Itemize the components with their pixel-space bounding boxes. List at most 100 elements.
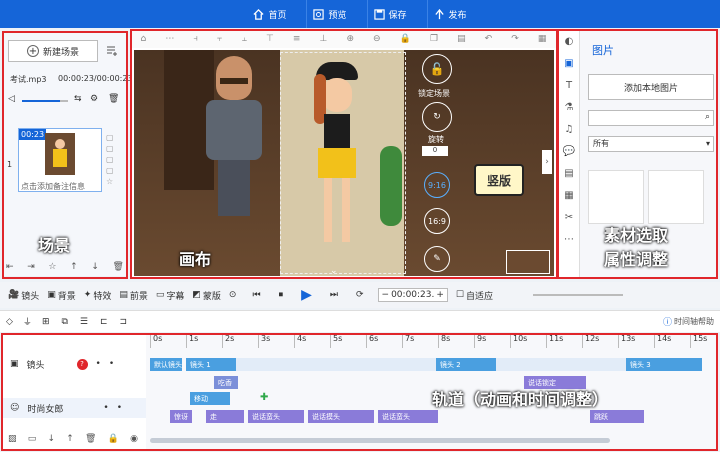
tab-image-icon[interactable]: ▣ xyxy=(558,52,580,74)
copy-frame-icon[interactable]: ⧉ xyxy=(61,317,67,327)
asset-thumb-2[interactable] xyxy=(648,170,704,224)
move-down-track-icon[interactable]: ↓ xyxy=(47,434,55,444)
scene-thumbnail[interactable]: 00:23 点击添加备注信息 xyxy=(18,128,102,192)
home-button[interactable]: 首页 xyxy=(247,0,292,28)
asset-search-input[interactable]: ⌕ xyxy=(588,110,714,126)
clip-shot-3[interactable]: 镜头 3 xyxy=(626,358,702,371)
new-scene-button[interactable]: + 新建场景 xyxy=(8,40,98,62)
align-top-icon[interactable]: ⊤ xyxy=(266,34,274,44)
zoom-slider[interactable] xyxy=(533,294,624,296)
mini-preview[interactable] xyxy=(506,250,550,274)
tab-bubble-icon[interactable]: 💬 xyxy=(558,140,580,162)
trash-icon[interactable]: 🗑 xyxy=(113,262,124,272)
clip-shot-1[interactable]: 镜头 1 xyxy=(186,358,236,371)
add-local-image-button[interactable]: 添加本地图片 xyxy=(588,74,714,100)
more-controls-button[interactable]: ⊙ xyxy=(229,290,237,300)
align-center-icon[interactable]: ⫟ xyxy=(217,34,222,44)
align-bottom-icon[interactable]: ⊥ xyxy=(320,34,328,44)
star-icon[interactable]: ☆ xyxy=(48,262,56,272)
tab-tools-icon[interactable]: ✂ xyxy=(558,206,580,228)
rotate-value[interactable]: 0 xyxy=(422,146,448,156)
folder-icon[interactable]: ▭ xyxy=(28,434,37,444)
visibility-dot-2[interactable]: • xyxy=(103,403,108,413)
delete-icon[interactable]: 🗑 xyxy=(108,94,119,104)
ratio-16-9-button[interactable]: 16:9 xyxy=(424,208,450,234)
align-frames-icon[interactable]: ☰ xyxy=(80,317,88,327)
clip-jump[interactable]: 跳跃 xyxy=(590,410,644,423)
effects-button[interactable]: ✦ 特效 xyxy=(84,289,112,302)
loop-button[interactable]: ⟳ xyxy=(356,290,364,300)
settings-tool-icon[interactable]: ▦ xyxy=(538,34,547,44)
lock-scene-button[interactable]: 🔓 xyxy=(422,54,452,84)
clip-speak-b[interactable]: 说话摸头 xyxy=(308,410,374,423)
tab-chart-icon[interactable]: ▦ xyxy=(558,184,580,206)
align-start-icon[interactable]: ⊏ xyxy=(100,317,108,327)
publish-button[interactable]: 发布 xyxy=(426,0,473,28)
edit-button[interactable]: ✎ xyxy=(424,246,450,272)
tab-shapes-icon[interactable]: ◐ xyxy=(558,30,580,52)
clip-speak-a[interactable]: 说话蛮头 xyxy=(248,410,304,423)
prev-frame-button[interactable]: ⏮ xyxy=(252,290,260,300)
move-down-icon[interactable]: ↓ xyxy=(91,262,99,272)
home-tool-icon[interactable]: ⌂ xyxy=(141,34,147,44)
split-icon[interactable]: ⊞ xyxy=(42,317,50,327)
man-character[interactable] xyxy=(198,56,270,216)
align-left-icon[interactable]: ⫞ xyxy=(193,34,198,44)
help-badge-icon[interactable]: ? xyxy=(76,358,88,370)
move-up-icon[interactable]: ↑ xyxy=(70,262,78,272)
align-end-icon[interactable]: ⊐ xyxy=(120,317,128,327)
clip-speak-c[interactable]: 说话蛮头 xyxy=(378,410,438,423)
foreground-button[interactable]: ▤ 前景 xyxy=(119,289,148,302)
clip-shot-2[interactable]: 镜头 2 xyxy=(436,358,496,371)
tab-prop-icon[interactable]: ⚗ xyxy=(558,96,580,118)
tab-music-icon[interactable]: ♫ xyxy=(558,118,580,140)
delete-track-icon[interactable]: 🗑 xyxy=(85,434,96,444)
asset-filter-select[interactable]: 所有 ▾ xyxy=(588,136,714,152)
shot-button[interactable]: 🎥 镜头 xyxy=(8,289,39,302)
save-button[interactable]: 保存 xyxy=(366,0,413,28)
time-field[interactable]: − 00:00:23. + xyxy=(377,288,448,302)
volume-slider[interactable] xyxy=(22,100,60,102)
export-icon[interactable]: ⇥ xyxy=(27,262,35,272)
scene-note[interactable]: 点击添加备注信息 xyxy=(21,181,85,192)
tab-text-icon[interactable]: T xyxy=(558,74,580,96)
collapse-arrow-icon[interactable]: ⌄ xyxy=(330,266,338,276)
undo-icon[interactable]: ↶ xyxy=(485,34,493,44)
redo-icon[interactable]: ↷ xyxy=(511,34,519,44)
align-middle-icon[interactable]: ≡ xyxy=(293,34,301,44)
zoom-in-icon[interactable]: ⊕ xyxy=(346,34,354,44)
scene-list-icon[interactable] xyxy=(106,45,118,57)
help-icon[interactable]: ⓘ xyxy=(663,315,672,328)
eye-icon[interactable]: ◉ xyxy=(130,434,138,444)
zoom-out-icon[interactable]: ⊖ xyxy=(373,34,381,44)
next-frame-button[interactable]: ⏭ xyxy=(330,290,338,300)
lock-tool-icon[interactable]: 🔒 xyxy=(400,34,411,44)
lock-dot-2[interactable]: • xyxy=(117,403,122,413)
mask-button[interactable]: ◩ 蒙版 xyxy=(192,289,221,302)
ratio-9-16-button[interactable]: 9:16 xyxy=(424,172,450,198)
align-right-icon[interactable]: ⫠ xyxy=(241,34,246,44)
time-ruler[interactable]: 0s 1s 2s 3s 4s 5s 6s 7s 8s 9s 10s 11s 12… xyxy=(150,334,718,348)
stop-button[interactable]: ⏹ xyxy=(279,290,284,300)
lock-dot[interactable]: • xyxy=(109,359,114,369)
volume-icon[interactable]: ◁ xyxy=(8,94,15,104)
subtitle-button[interactable]: ▭ 字幕 xyxy=(156,289,185,302)
paste-icon[interactable]: ▤ xyxy=(457,34,466,44)
copy-icon[interactable]: ❐ xyxy=(430,34,438,44)
preview-button[interactable]: 预览 xyxy=(306,0,352,28)
image-track-icon[interactable]: ▨ xyxy=(8,434,17,444)
clip-default-shot[interactable]: 默认镜头 xyxy=(150,358,182,371)
filter-icon[interactable]: ⏚ xyxy=(23,315,32,328)
align-icon[interactable]: ⇆ xyxy=(74,94,82,104)
track-row-woman[interactable]: ☺ 时尚女郎 • • xyxy=(2,398,146,418)
settings-icon[interactable]: ⚙ xyxy=(90,94,98,104)
diamond-icon[interactable]: ◇ xyxy=(6,317,13,327)
background-button[interactable]: ▣ 背景 xyxy=(47,289,76,302)
move-up-track-icon[interactable]: ↑ xyxy=(66,434,74,444)
play-button[interactable]: ▶ xyxy=(301,287,312,303)
asset-thumb-1[interactable] xyxy=(588,170,644,224)
tab-more-icon[interactable]: ⋯ xyxy=(558,228,580,250)
more-tool-icon[interactable]: ⋯ xyxy=(165,34,174,44)
rotate-button[interactable]: ↻ xyxy=(422,102,452,132)
timeline-help-link[interactable]: 时间轴帮助 xyxy=(674,316,714,327)
